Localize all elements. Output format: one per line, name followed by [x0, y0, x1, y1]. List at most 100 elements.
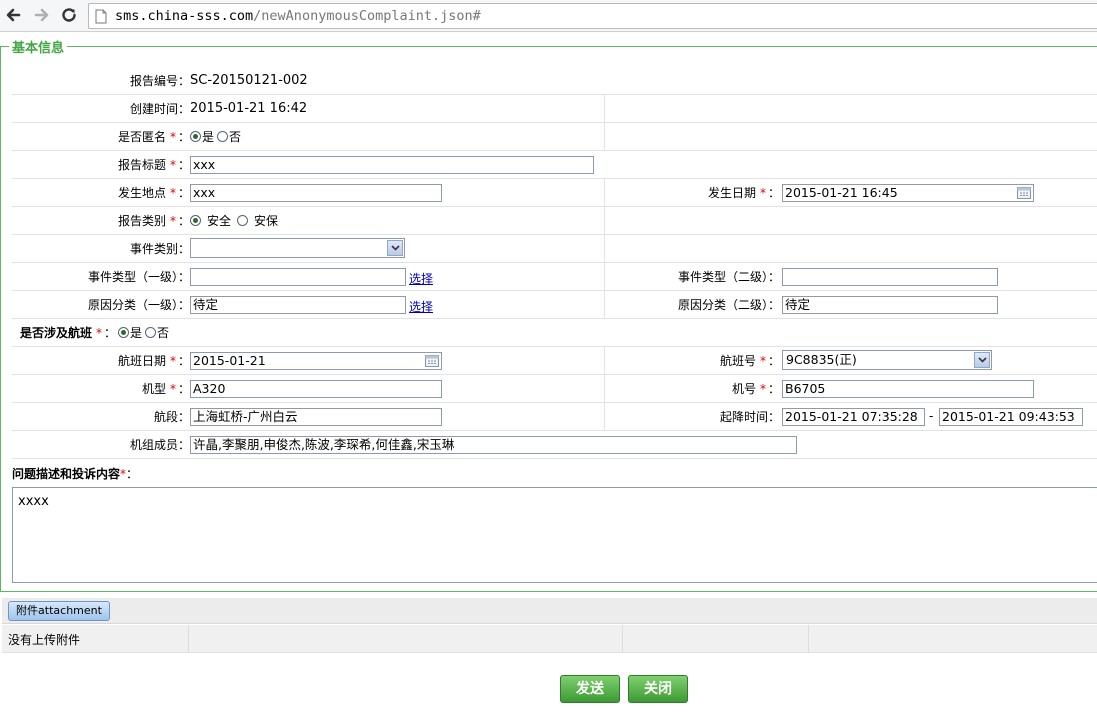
column-divider	[604, 95, 605, 122]
forward-arrow-icon[interactable]	[30, 4, 52, 26]
colon: ：	[767, 186, 780, 200]
occur-date-input[interactable]: 2015-01-21 16:45	[782, 184, 1034, 202]
browser-toolbar: sms.china-sss.com/newAnonymousComplaint.…	[0, 0, 1097, 32]
column-divider	[604, 263, 605, 290]
flight-date-label-text: 航班日期	[117, 354, 166, 368]
colon: ：	[126, 467, 139, 481]
location-input[interactable]: xxx	[190, 184, 442, 202]
column-divider	[604, 123, 605, 150]
required-mark: *	[759, 381, 766, 396]
location-label: 发生地点 *：	[118, 179, 190, 206]
report-type-safety-radio[interactable]	[190, 215, 201, 226]
occur-date-label: 发生日期 *：	[708, 179, 780, 206]
required-mark: *	[759, 353, 766, 368]
required-mark: *	[169, 353, 176, 368]
required-mark: *	[169, 129, 176, 144]
description-label: 问题描述和投诉内容	[12, 467, 121, 481]
anonymous-yes-radio[interactable]	[190, 131, 201, 142]
back-arrow-icon[interactable]	[3, 4, 25, 26]
cause1-input[interactable]: 待定	[190, 296, 406, 314]
row-event-type: 事件类型（一级）： 选择 事件类型（二级）：	[12, 262, 1097, 290]
send-button[interactable]: 发送	[560, 675, 620, 703]
route-input[interactable]: 上海虹桥-广州白云	[190, 408, 442, 426]
row-report-type: 报告类别 *： 安全 安保	[12, 206, 1097, 234]
report-type-label: 报告类别 *：	[118, 207, 190, 234]
cell-divider	[188, 625, 189, 652]
route-label: 航段：	[153, 410, 190, 424]
flight-date-value: 2015-01-21	[193, 353, 266, 368]
colon: ：	[767, 382, 780, 396]
calendar-icon[interactable]	[1017, 187, 1031, 199]
flight-involved-label: 是否涉及航班	[20, 326, 93, 340]
crew-label: 机组成员：	[129, 438, 190, 452]
colon: ：	[177, 382, 190, 396]
close-button[interactable]: 关闭	[628, 675, 688, 703]
address-bar[interactable]: sms.china-sss.com/newAnonymousComplaint.…	[88, 3, 1097, 29]
title-input[interactable]: xxx	[190, 156, 594, 174]
cause1-label: 原因分类（一级）：	[87, 298, 190, 312]
aircraft-no-label: 机号 *：	[732, 375, 780, 402]
row-location: 发生地点 *： xxx 发生日期 *： 2015-01-21 16:45	[12, 178, 1097, 206]
title-label-text: 报告标题	[117, 158, 166, 172]
landing-time-input[interactable]: 2015-01-21 09:43:53	[939, 408, 1083, 426]
row-route: 航段： 上海虹桥-广州白云 起降时间： 2015-01-21 07:35:28 …	[12, 402, 1097, 430]
aircraft-type-label-text: 机型	[141, 382, 166, 396]
takeoff-time-input[interactable]: 2015-01-21 07:35:28	[782, 408, 925, 426]
chevron-down-icon[interactable]	[387, 240, 403, 256]
report-type-safety-label: 安全	[207, 214, 232, 228]
column-divider	[604, 207, 605, 234]
anonymous-yes-label: 是	[202, 130, 215, 144]
column-divider	[604, 347, 605, 374]
report-type-options: 安全 安保	[190, 207, 278, 234]
event-type2-label: 事件类型（二级）：	[677, 270, 780, 284]
attachment-list: 没有上传附件	[2, 625, 1097, 653]
report-no-label: 报告编号：	[129, 73, 190, 88]
flight-involved-no-radio[interactable]	[145, 327, 157, 338]
event-type1-select-link[interactable]: 选择	[409, 270, 433, 287]
anonymous-no-radio[interactable]	[217, 131, 229, 142]
colon: ：	[177, 186, 190, 200]
report-type-security-label: 安保	[254, 214, 279, 228]
anonymous-no-label: 否	[229, 130, 242, 144]
cause2-input[interactable]: 待定	[782, 296, 998, 314]
event-type1-input[interactable]	[190, 268, 406, 286]
row-anonymous: 是否匿名 *： 是 否	[12, 122, 1097, 150]
takeoff-landing-label: 起降时间：	[719, 410, 780, 424]
cell-divider	[622, 625, 623, 652]
location-label-text: 发生地点	[117, 186, 166, 200]
event-category-select[interactable]	[190, 238, 405, 258]
aircraft-type-input[interactable]: A320	[190, 380, 442, 398]
column-divider	[604, 291, 605, 318]
row-report-no: 报告编号： SC-20150121-002	[12, 66, 1097, 94]
page-icon	[95, 9, 107, 27]
required-mark: *	[169, 213, 176, 228]
attachment-toolbar: 附件attachment	[2, 598, 1097, 624]
description-label-group: 问题描述和投诉内容*：	[12, 465, 138, 482]
flight-no-select[interactable]: 9C8835(正)	[782, 350, 992, 370]
flight-no-value: 9C8835(正)	[786, 352, 857, 367]
description-textarea[interactable]: xxxx	[12, 487, 1097, 583]
crew-input[interactable]: 许晶,李聚朋,申俊杰,陈波,李琛希,何佳鑫,宋玉琳	[190, 436, 797, 454]
reload-icon[interactable]	[58, 4, 80, 26]
cell-divider	[808, 625, 809, 652]
chevron-down-icon[interactable]	[974, 352, 990, 368]
flight-date-input[interactable]: 2015-01-21	[190, 352, 442, 370]
colon: ：	[177, 354, 190, 368]
row-title: 报告标题 *： xxx	[12, 150, 1097, 178]
calendar-icon[interactable]	[425, 355, 439, 367]
report-type-label-text: 报告类别	[117, 214, 166, 228]
anonymous-options: 是 否	[190, 123, 241, 150]
flight-involved-yes-radio[interactable]	[118, 327, 130, 338]
aircraft-no-input[interactable]: B6705	[782, 380, 1034, 398]
attachment-button[interactable]: 附件attachment	[8, 601, 110, 621]
flight-date-label: 航班日期 *：	[118, 347, 190, 374]
report-type-security-radio[interactable]	[237, 215, 249, 226]
anonymous-label: 是否匿名 *：	[118, 123, 190, 150]
occur-date-value: 2015-01-21 16:45	[785, 185, 898, 200]
cause1-select-link[interactable]: 选择	[409, 298, 433, 315]
row-flight-involved: 是否涉及航班 *： 是 否	[12, 318, 1097, 346]
flight-no-label: 航班号 *：	[720, 347, 780, 374]
url-path: /newAnonymousComplaint.json#	[253, 8, 481, 24]
colon: ：	[767, 354, 780, 368]
event-type2-input[interactable]	[782, 268, 998, 286]
